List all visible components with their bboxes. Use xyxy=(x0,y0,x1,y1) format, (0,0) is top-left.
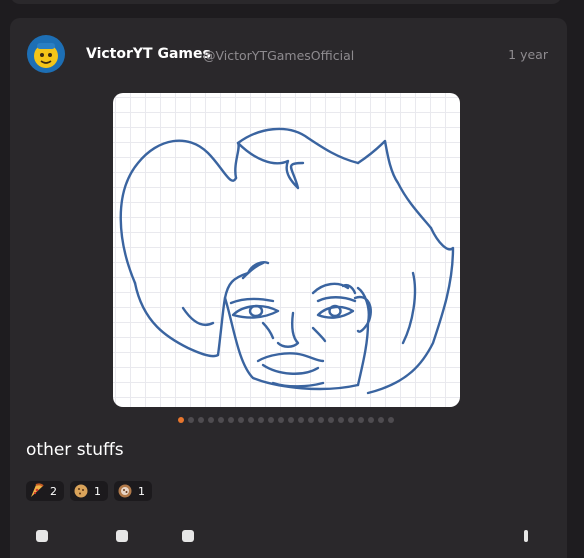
carousel-dot[interactable] xyxy=(298,417,304,423)
reaction-count: 1 xyxy=(94,484,101,498)
author-name[interactable]: VictorYT Games xyxy=(86,46,211,62)
carousel-dot[interactable] xyxy=(378,417,384,423)
carousel-dot[interactable] xyxy=(238,417,244,423)
reaction-count: 2 xyxy=(50,484,57,498)
more-options-button[interactable] xyxy=(524,530,528,542)
victoryt-avatar-icon xyxy=(34,43,58,68)
carousel-indicator[interactable] xyxy=(178,417,394,423)
comment-button[interactable] xyxy=(116,530,128,542)
carousel-dot[interactable] xyxy=(388,417,394,423)
cookie-icon xyxy=(74,484,88,498)
carousel-dot[interactable] xyxy=(308,417,314,423)
carousel-dot[interactable] xyxy=(338,417,344,423)
reaction-chocolate-cookie[interactable]: 1 xyxy=(114,481,152,501)
post-card: VictorYT Games @VictorYTGamesOfficial 1 … xyxy=(10,18,567,558)
carousel-dot[interactable] xyxy=(188,417,194,423)
carousel-dot[interactable] xyxy=(318,417,324,423)
reaction-count: 1 xyxy=(138,484,145,498)
author-handle[interactable]: @VictorYTGamesOfficial xyxy=(203,48,354,63)
carousel-dot[interactable] xyxy=(228,417,234,423)
reaction-pizza[interactable]: 2 xyxy=(26,481,64,501)
carousel-dot[interactable] xyxy=(268,417,274,423)
like-button[interactable] xyxy=(36,530,48,542)
previous-post-edge xyxy=(10,0,562,4)
share-button[interactable] xyxy=(182,530,194,542)
carousel-dot[interactable] xyxy=(248,417,254,423)
carousel-dot[interactable] xyxy=(278,417,284,423)
carousel-dot[interactable] xyxy=(348,417,354,423)
chocolate-cookie-icon xyxy=(118,484,132,498)
carousel-dot[interactable] xyxy=(198,417,204,423)
carousel-dot[interactable] xyxy=(178,417,184,423)
author-avatar[interactable] xyxy=(27,35,65,73)
reaction-cookie[interactable]: 1 xyxy=(70,481,108,501)
post-caption: other stuffs xyxy=(26,440,124,460)
post-timestamp: 1 year xyxy=(508,47,548,62)
carousel-dot[interactable] xyxy=(358,417,364,423)
carousel-dot[interactable] xyxy=(208,417,214,423)
carousel-dot[interactable] xyxy=(288,417,294,423)
carousel-dot[interactable] xyxy=(218,417,224,423)
carousel-dot[interactable] xyxy=(258,417,264,423)
sketch-drawing-icon xyxy=(119,127,455,395)
post-image[interactable] xyxy=(113,93,460,407)
pizza-icon xyxy=(31,483,44,497)
carousel-dot[interactable] xyxy=(328,417,334,423)
carousel-dot[interactable] xyxy=(368,417,374,423)
reactions-row: 2 1 1 xyxy=(26,481,152,501)
